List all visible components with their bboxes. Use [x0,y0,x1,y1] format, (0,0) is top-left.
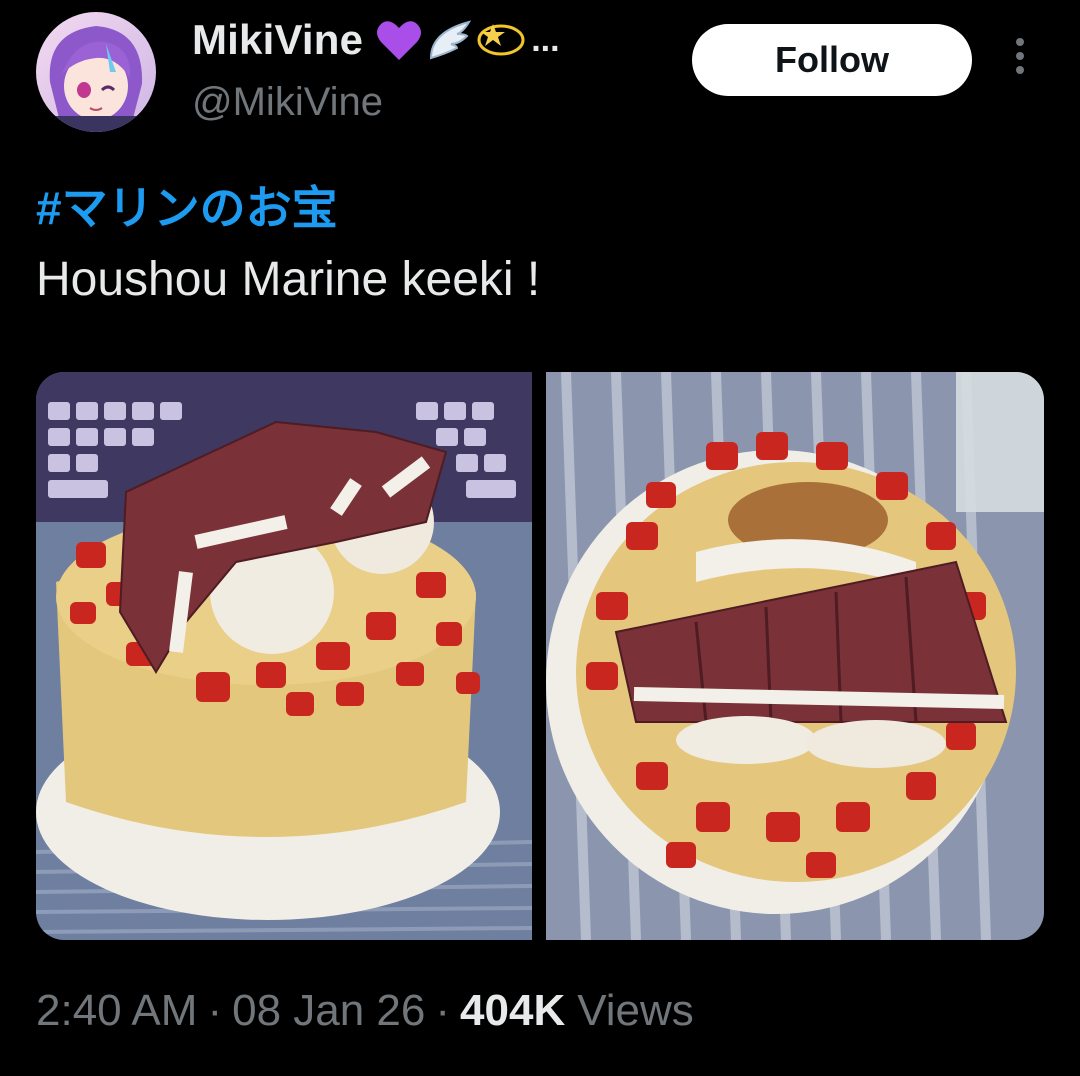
name-truncation: ... [531,20,560,59]
cake-photo-right[interactable] [546,372,1044,940]
author-handle[interactable]: @MikiVine [192,80,383,125]
hashtag-link[interactable]: #マリンのお宝 [36,172,338,238]
cake-photo-left[interactable] [36,372,532,940]
author-name-row[interactable]: MikiVine ... [192,16,560,64]
purple-heart-icon [377,21,422,60]
media-grid [36,372,1044,940]
tweet-text: Houshou Marine keeki ! [36,253,541,306]
author-display-name[interactable]: MikiVine [192,16,363,64]
meta-separator: · [207,986,223,1035]
views-label: Views [577,986,694,1035]
tweet-date[interactable]: 08 Jan 26 [232,986,425,1036]
avatar[interactable] [36,12,156,132]
meta-separator: · [435,986,451,1035]
wing-icon [430,20,472,60]
follow-button[interactable]: Follow [692,24,972,96]
dizzy-star-icon [477,24,525,56]
views-count: 404K [460,986,566,1035]
tweet-time[interactable]: 2:40 AM [36,986,197,1036]
tweet-meta: 2:40 AM · 08 Jan 26 · 404K Views [36,986,694,1036]
name-emoji-group: ... [375,18,560,62]
more-vertical-icon[interactable] [1000,38,1040,82]
